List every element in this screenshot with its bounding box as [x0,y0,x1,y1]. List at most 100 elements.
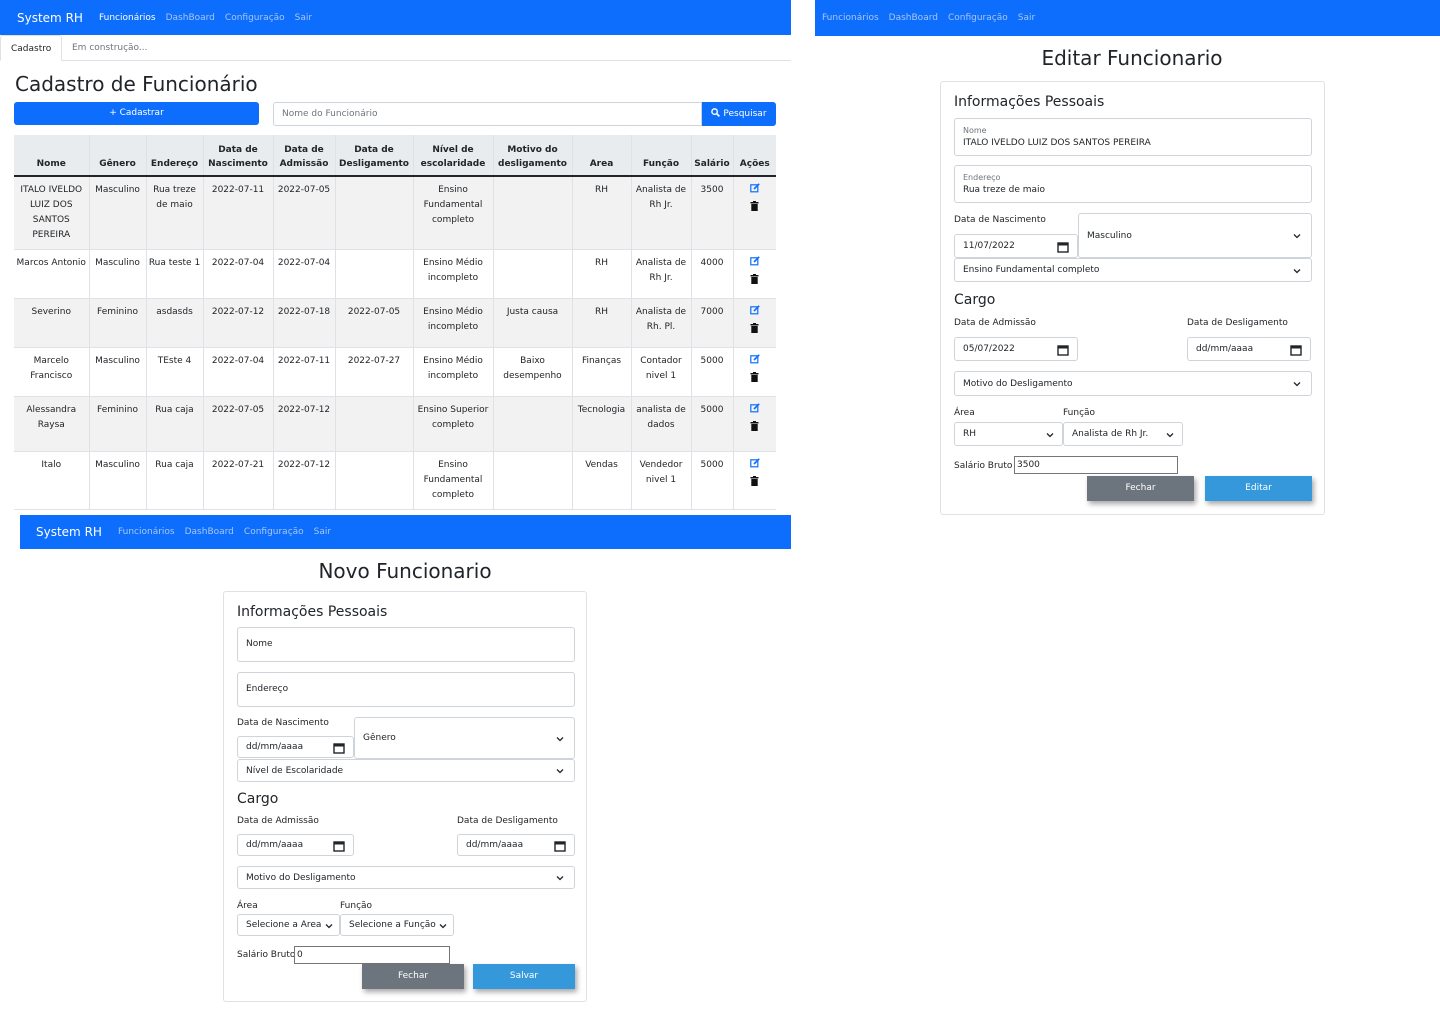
table-row: Marcelo Francisco Masculino TEste 4 2022-07… [14,347,776,397]
trash-icon[interactable] [736,274,775,292]
admission-date-input[interactable]: 05/07/2022 [954,337,1078,361]
search-button[interactable]: Pesquisar [702,102,776,126]
plus-icon: + [109,108,120,118]
area-select[interactable]: RH [954,422,1063,446]
address-field[interactable]: Endereço [237,672,575,707]
cell-motivo: Justa causa [492,298,572,348]
trash-icon[interactable] [736,201,775,219]
role-value: Selecione a Função [349,920,436,930]
close-button[interactable]: Fechar [362,964,464,989]
education-select[interactable]: Ensino Fundamental completo [954,258,1312,282]
calendar-icon[interactable] [1290,344,1302,356]
education-select[interactable]: Nível de Escolaridade [237,759,575,782]
salary-input[interactable]: 3500 [1014,456,1178,474]
edit-icon[interactable] [736,354,775,372]
edit-submit-button[interactable]: Editar [1205,476,1312,501]
cell-desligamento: 2022-07-27 [334,347,413,397]
table-header-row: Nome Gênero Endereço Data de Nascimento … [14,135,776,177]
role-select[interactable]: Analista de Rh Jr. [1063,422,1183,446]
gender-select[interactable]: Gênero [354,717,575,759]
nav-configuracao[interactable]: Configuração [948,13,1008,23]
brand-logo[interactable]: System RH [17,11,83,25]
edit-icon[interactable] [736,183,775,201]
chevron-down-icon [556,769,564,774]
calendar-icon[interactable] [1057,241,1069,253]
tab-bar: Cadastro Em construção... [0,35,791,61]
search-input[interactable]: Nome do Funcionário [273,102,702,126]
cell-admissao: 2022-07-11 [272,347,335,397]
area-select[interactable]: Selecione a Area [237,914,340,936]
add-employee-button[interactable]: + Cadastrar [14,102,259,125]
nav-sair[interactable]: Sair [314,527,331,537]
list-navbar: System RH Funcionários DashBoard Configu… [0,0,791,35]
nav-funcionarios[interactable]: Funcionários [99,13,156,23]
dismissal-reason-value: Motivo do Desligamento [963,379,1073,389]
brand-logo[interactable]: System RH [36,525,102,539]
tab-cadastro[interactable]: Cadastro [0,35,63,61]
birth-date-input[interactable]: 11/07/2022 [954,234,1078,258]
trash-icon[interactable] [736,421,775,439]
gender-value: Gênero [363,733,396,743]
cell-escolaridade: Ensino Fundamental completo [412,451,493,510]
dismissal-reason-value: Motivo do Desligamento [246,873,356,883]
cell-genero: Masculino [88,176,146,250]
dismissal-label: Data de Desligamento [457,816,558,826]
role-label: Função [340,901,373,911]
nav-configuracao[interactable]: Configuração [244,527,304,537]
cell-desligamento [334,396,413,452]
admission-date-input[interactable]: dd/mm/aaaa [237,834,354,856]
cell-escolaridade: Ensino Médio incompleto [412,347,493,397]
calendar-icon[interactable] [554,840,566,852]
cell-area: RH [571,176,631,250]
nav-configuracao[interactable]: Configuração [225,13,285,23]
salary-label: Salário Bruto [954,461,1013,471]
dismissal-reason-select[interactable]: Motivo do Desligamento [237,866,575,889]
nav-dashboard[interactable]: DashBoard [166,13,215,23]
col-genero: Gênero [88,135,146,177]
area-label: Área [237,901,258,911]
cell-endereco: Rua caja [145,396,203,452]
chevron-down-icon [1166,433,1174,438]
save-button[interactable]: Salvar [473,964,575,989]
name-field[interactable]: Nome ITALO IVELDO LUIZ DOS SANTOS PEREIR… [954,118,1312,156]
nav-funcionarios[interactable]: Funcionários [822,13,879,23]
calendar-icon[interactable] [1057,344,1069,356]
trash-icon[interactable] [736,476,775,494]
calendar-icon[interactable] [333,742,345,754]
dismissal-date-input[interactable]: dd/mm/aaaa [1187,337,1311,361]
trash-icon[interactable] [736,323,775,341]
edit-icon[interactable] [736,403,775,421]
nav-dashboard[interactable]: DashBoard [889,13,938,23]
nav-dashboard[interactable]: DashBoard [185,527,234,537]
cell-admissao: 2022-07-05 [272,176,335,250]
col-acoes: Ações [732,135,776,177]
nav-funcionarios[interactable]: Funcionários [118,527,175,537]
cell-desligamento: 2022-07-05 [334,298,413,348]
dismissal-date-input[interactable]: dd/mm/aaaa [457,834,575,856]
page-title: Cadastro de Funcionário [15,72,258,96]
address-field[interactable]: Endereço Rua treze de maio [954,165,1312,203]
trash-icon[interactable] [736,372,775,390]
edit-icon[interactable] [736,256,775,274]
close-button[interactable]: Fechar [1087,476,1194,501]
salary-input[interactable]: 0 [294,946,450,964]
dismissal-reason-select[interactable]: Motivo do Desligamento [954,371,1312,396]
calendar-icon[interactable] [333,840,345,852]
cell-admissao: 2022-07-18 [272,298,335,348]
tab-em-construcao[interactable]: Em construção... [62,35,158,61]
col-salario: Salário [690,135,733,177]
cell-nome: Italo [14,451,89,510]
cell-genero: Masculino [88,249,146,299]
cell-funcao: analista de dados [630,396,691,452]
edit-icon[interactable] [736,458,775,476]
cell-escolaridade: Ensino Fundamental completo [412,176,493,250]
birth-date-input[interactable]: dd/mm/aaaa [237,736,354,758]
gender-select[interactable]: Masculino [1078,213,1312,258]
address-value: Rua treze de maio [963,185,1046,195]
name-field[interactable]: Nome [237,627,575,662]
role-select[interactable]: Selecione a Função [340,914,454,936]
nav-sair[interactable]: Sair [295,13,312,23]
cell-endereco: TEste 4 [145,347,203,397]
edit-icon[interactable] [736,305,775,323]
nav-sair[interactable]: Sair [1018,13,1035,23]
